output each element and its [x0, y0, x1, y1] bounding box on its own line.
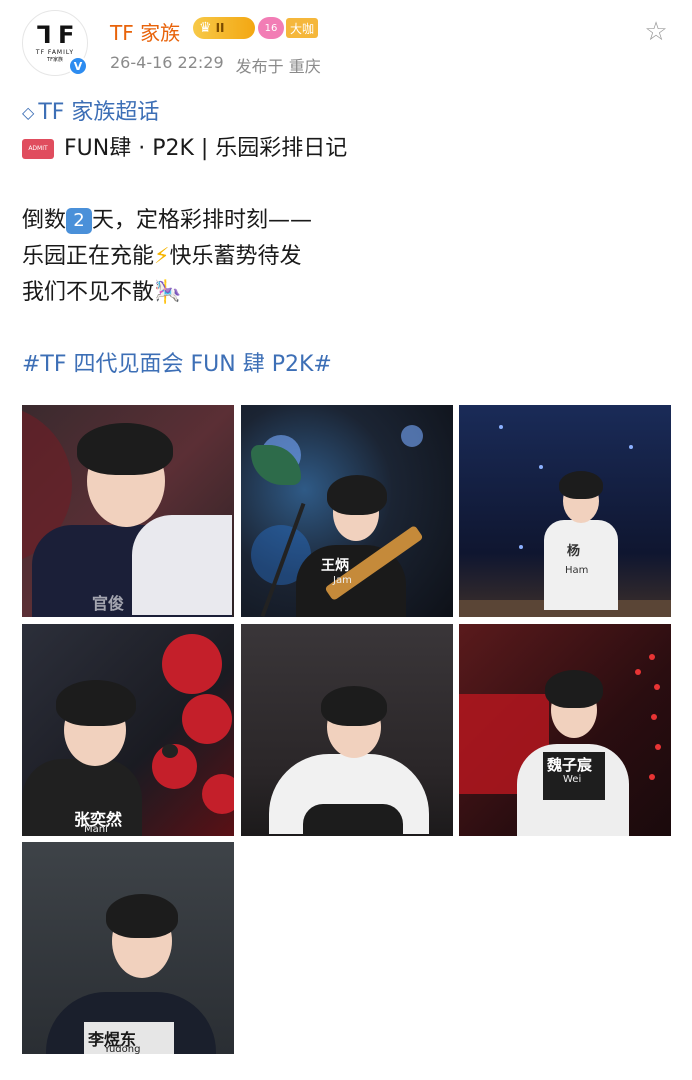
topic-label: TF 家族超话: [38, 100, 160, 125]
line3-text: 我们不见不散: [22, 280, 155, 305]
post-date: 26-4-16 22:29: [110, 53, 224, 72]
post-line-1: 倒数 2 天，定格彩排时刻——: [22, 203, 672, 239]
star-outline-icon[interactable]: ☆: [642, 17, 670, 47]
big-name-badge[interactable]: 大咖: [286, 18, 319, 38]
photo-7[interactable]: 李煜东 Yudong: [22, 842, 234, 1054]
verified-badge-icon: V: [68, 56, 88, 76]
photo-4-name-sub: Mani: [84, 824, 108, 835]
lightning-icon: ⚡: [154, 244, 170, 269]
line2-post: 快乐蓄势待发: [169, 244, 302, 269]
photo-2-name-tag: 王炳: [321, 558, 349, 574]
photo-5[interactable]: [241, 624, 453, 836]
photo-1-name-tag: 官俊: [92, 594, 125, 613]
line2-pre: 乐园正在充能: [22, 244, 155, 269]
photo-3-name-sub: Ham: [565, 565, 589, 576]
account-name[interactable]: TF 家族: [110, 17, 180, 46]
hashtag-link[interactable]: #TF 四代见面会 FUN 肆 P2K#: [22, 347, 672, 383]
post-title-text: FUN肆 · P2K | 乐园彩排日记: [64, 136, 348, 161]
avatar-logo-mark: ᒣ F: [36, 21, 75, 49]
photo-6-name-tag: 魏子宸: [547, 756, 593, 774]
line1-post: 天，定格彩排时刻——: [92, 208, 313, 233]
post-header: ᒣ F TF FAMILY TF家族 V TF 家族 ♛ II 16 大咖 26…: [0, 0, 692, 90]
crown-icon: ♛: [199, 20, 212, 36]
photo-6-name-sub: Wei: [563, 774, 582, 785]
photo-7-name-sub: Yudong: [104, 1044, 141, 1054]
level-badge[interactable]: 16: [258, 17, 284, 39]
photo-3-name-tag: 杨: [567, 544, 581, 559]
topic-link[interactable]: ◇ TF 家族超话: [22, 95, 672, 131]
ticket-icon: ADMIT ONE: [22, 139, 54, 172]
photo-1[interactable]: 官俊: [22, 405, 234, 617]
post-line-2: 乐园正在充能⚡快乐蓄势待发: [22, 239, 672, 275]
photo-3[interactable]: Ham 杨: [459, 405, 671, 617]
photo-6[interactable]: 魏子宸 Wei: [459, 624, 671, 836]
crown-badge[interactable]: ♛ II: [193, 17, 255, 39]
carousel-horse-icon: 🎠: [154, 280, 182, 305]
photo-2-name-sub: Jam: [333, 575, 352, 586]
diamond-icon: ◇: [22, 103, 35, 122]
post-source: 发布于 重庆: [235, 57, 321, 76]
avatar-logo-label: TF FAMILY: [35, 49, 75, 56]
photo-2[interactable]: 王炳 Jam: [241, 405, 453, 617]
post-content: ◇ TF 家族超话 ADMIT ONE FUN肆 · P2K | 乐园彩排日记 倒…: [22, 95, 672, 383]
level-badge-label: 16: [264, 22, 278, 34]
crown-badge-label: II: [215, 21, 225, 35]
post-title-line: ADMIT ONE FUN肆 · P2K | 乐园彩排日记: [22, 131, 672, 172]
avatar-logo-sub: TF家族: [47, 57, 63, 63]
line1-pre: 倒数: [22, 208, 67, 233]
post-meta: 26-4-16 22:29 发布于 重庆: [110, 53, 321, 77]
photo-4[interactable]: 张奕然 Mani: [22, 624, 234, 836]
big-name-badge-label: 大咖: [290, 21, 315, 36]
number-two-icon: 2: [66, 208, 93, 234]
post-line-3: 我们不见不散🎠: [22, 275, 672, 311]
